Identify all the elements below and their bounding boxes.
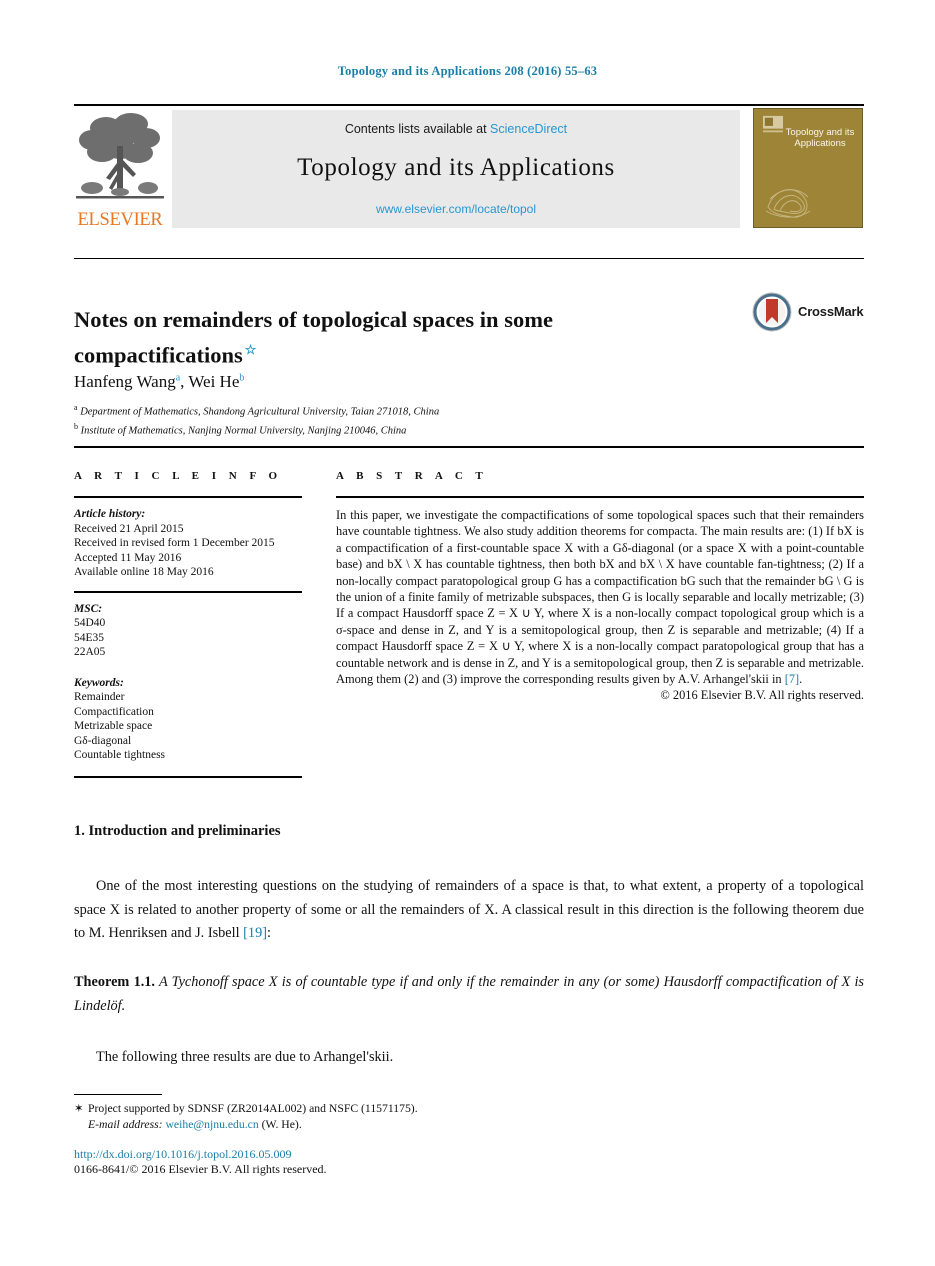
elsevier-cover-mark-icon [763, 115, 783, 133]
intro-paragraph-1-tail: : [266, 925, 271, 941]
keywords-group: Keywords: Remainder Compactification Met… [74, 676, 302, 763]
msc-group: MSC: 54D40 54E35 22A05 [74, 602, 302, 660]
contents-prefix: Contents lists available at [344, 122, 491, 136]
affiliation-item: b Institute of Mathematics, Nanjing Norm… [74, 420, 774, 439]
article-title-text: Notes on remainders of topological space… [74, 307, 553, 368]
author-name-2: Wei He [188, 372, 240, 391]
abstract-rule [336, 496, 864, 498]
crossmark-badge-group[interactable]: CrossMark [752, 292, 864, 332]
abstract-body: In this paper, we investigate the compac… [336, 507, 864, 687]
elsevier-logo: ELSEVIER [76, 108, 164, 230]
cover-knot-artwork-icon [765, 189, 811, 218]
footnote-email-line: E-mail address: weihe@njnu.edu.cn (W. He… [88, 1117, 674, 1133]
author-list: Hanfeng Wanga, Wei Heb [74, 372, 634, 392]
msc-title: MSC: [74, 602, 103, 615]
title-separator-rule [74, 258, 864, 259]
theorem-number: 1.1. [133, 974, 156, 990]
page-title: Notes on remainders of topological space… [74, 305, 634, 371]
affiliation-text: Department of Mathematics, Shandong Agri… [80, 406, 440, 418]
article-info-heading: A R T I C L E I N F O [74, 470, 283, 482]
abstract-reference-link[interactable]: [7] [785, 672, 799, 686]
intro-paragraph-2: The following three results are due to A… [96, 1049, 394, 1065]
theorem-1-1: Theorem 1.1. A Tychonoff space X is of c… [74, 971, 864, 1018]
msc-codes: 54D40 54E35 22A05 [74, 617, 106, 658]
author-affiliation-mark-2[interactable]: b [239, 372, 244, 383]
journal-masthead: ELSEVIER Contents lists available at Sci… [74, 104, 864, 230]
journal-title: Topology and its Applications [297, 154, 615, 181]
msc-divider-rule [74, 590, 302, 593]
abstract-column: A B S T R A C T In this paper, we invest… [336, 470, 864, 703]
masthead-top-rule [74, 104, 864, 106]
section-heading-introduction: 1. Introduction and preliminaries [74, 823, 281, 839]
issn-copyright-line: 0166-8641/© 2016 Elsevier B.V. All right… [74, 1162, 327, 1176]
journal-band: Contents lists available at ScienceDirec… [172, 110, 740, 228]
elsevier-tree-icon [76, 113, 164, 199]
article-info-rule [74, 496, 302, 498]
title-footnote-marker: ☆ [244, 342, 257, 358]
abstract-text-tail: . [799, 672, 803, 687]
crossmark-icon [752, 292, 792, 332]
footnote-funding-text: Project supported by SDNSF (ZR2014AL002)… [88, 1102, 418, 1115]
affiliation-text: Institute of Mathematics, Nanjing Normal… [80, 425, 407, 436]
author-name-1: Hanfeng Wang [74, 372, 176, 391]
footnote-star-marker: ✶ [74, 1102, 84, 1115]
article-info-bottom-rule [74, 775, 302, 778]
footnote-funding-line: ✶ Project supported by SDNSF (ZR2014AL002… [74, 1101, 674, 1117]
journal-url-link[interactable]: www.elsevier.com/locate/topol [172, 202, 740, 216]
paper-page: Topology and its Applications 208 (2016)… [0, 0, 935, 1266]
intro-paragraph-1-text: One of the most interesting questions on… [74, 878, 864, 941]
doi-link[interactable]: http://dx.doi.org/10.1016/j.topol.2016.0… [74, 1147, 291, 1162]
article-history-lines: Received 21 April 2015 Received in revis… [74, 522, 275, 579]
sciencedirect-link[interactable]: ScienceDirect [490, 122, 567, 136]
affiliation-item: a Department of Mathematics, Shandong Ag… [74, 401, 774, 420]
abstract-text: In this paper, we investigate the compac… [336, 508, 864, 687]
elsevier-wordmark: ELSEVIER [77, 210, 163, 230]
journal-cover-thumbnail[interactable]: Topology and its Applications [753, 108, 863, 228]
abstract-section-top-rule [74, 446, 864, 448]
contents-available-line: Contents lists available at ScienceDirec… [172, 122, 740, 136]
keywords-list: Remainder Compactification Metrizable sp… [74, 691, 166, 761]
cover-journal-title: Topology and its Applications [785, 127, 855, 149]
email-link[interactable]: weihe@njnu.edu.cn [165, 1118, 258, 1131]
theorem-label: Theorem [74, 974, 130, 990]
intro-reference-link[interactable]: [19] [243, 925, 267, 941]
abstract-heading: A B S T R A C T [336, 470, 488, 482]
theorem-statement: A Tychonoff space X is of countable type… [74, 974, 864, 1014]
footnote-separator-rule [74, 1094, 162, 1095]
article-history-group: Article history: Received 21 April 2015 … [74, 507, 302, 580]
affiliation-list: a Department of Mathematics, Shandong Ag… [74, 401, 774, 438]
keywords-title: Keywords: [74, 676, 124, 689]
affiliation-mark: b [74, 421, 78, 431]
affiliation-mark: a [74, 403, 78, 412]
email-address-label: E-mail address: [88, 1118, 163, 1131]
footnote-block: ✶ Project supported by SDNSF (ZR2014AL002… [74, 1101, 674, 1133]
abstract-copyright: © 2016 Elsevier B.V. All rights reserved… [660, 688, 864, 703]
article-history-title: Article history: [74, 508, 146, 520]
intro-paragraph-1: One of the most interesting questions on… [74, 875, 864, 946]
running-head: Topology and its Applications 208 (2016)… [337, 64, 598, 78]
email-owner: (W. He). [261, 1118, 302, 1131]
article-info-column: A R T I C L E I N F O Article history: R… [74, 470, 302, 778]
crossmark-label: CrossMark [798, 304, 864, 319]
